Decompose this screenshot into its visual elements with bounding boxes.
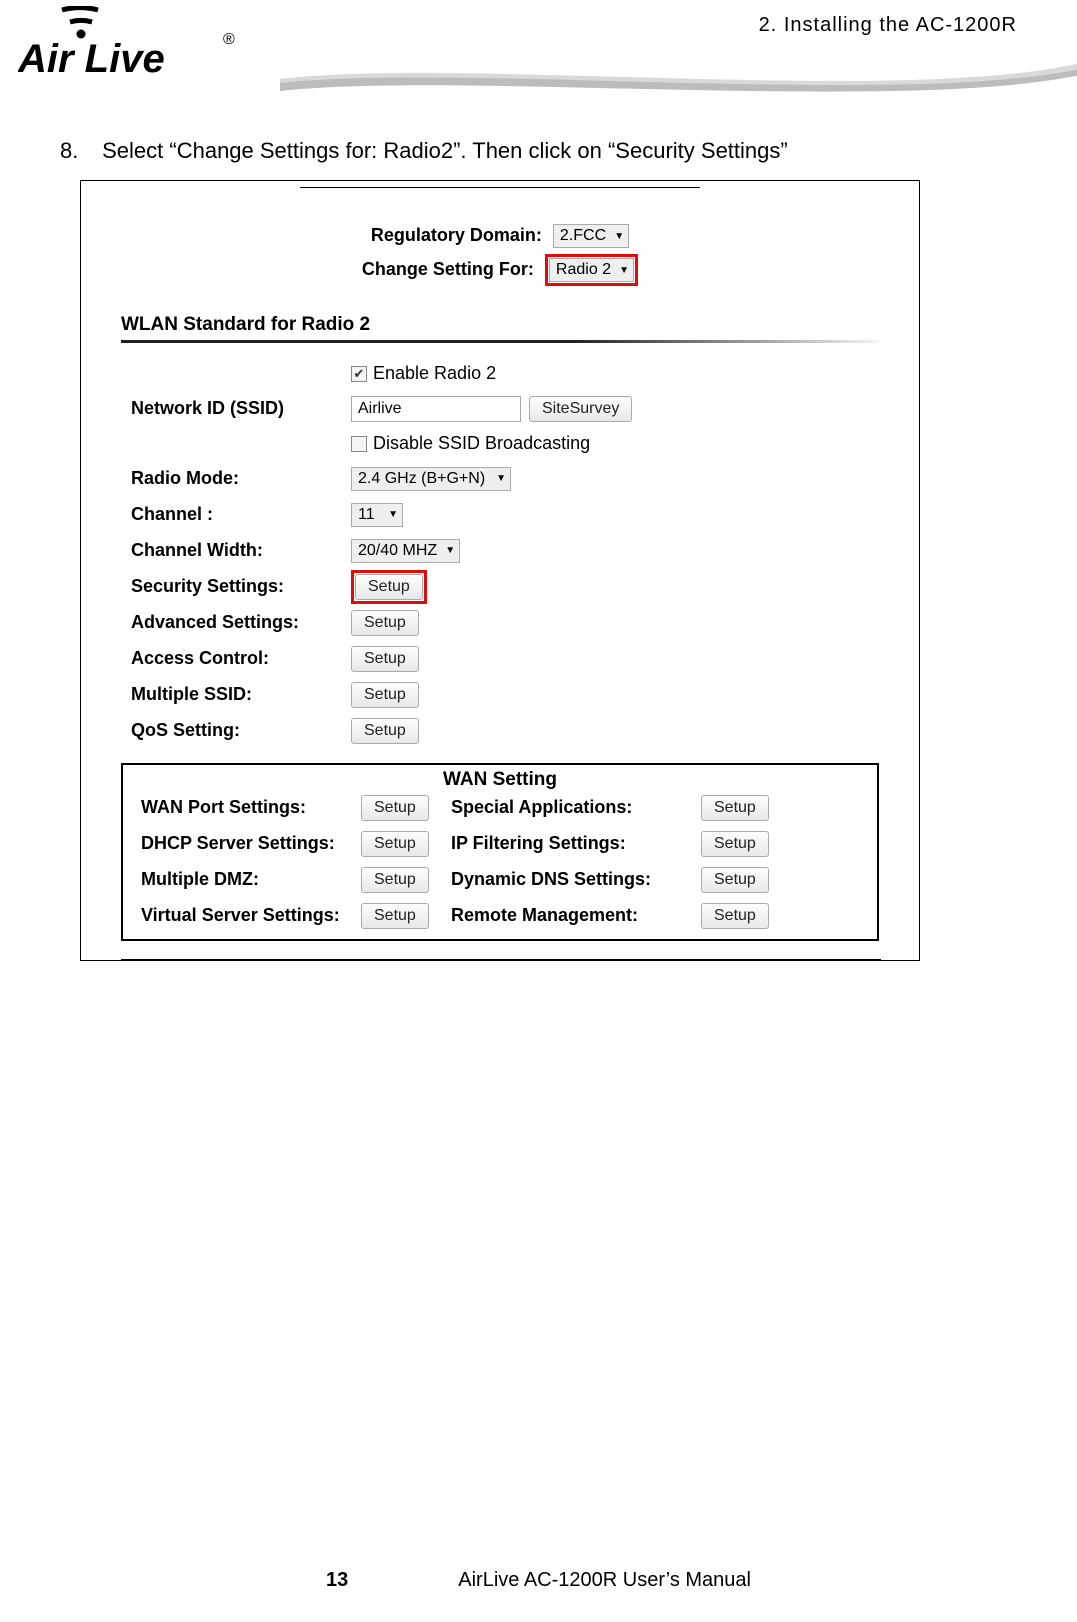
- config-screenshot: Regulatory Domain: 2.FCC Change Setting …: [80, 180, 920, 961]
- channel-label: Channel :: [131, 504, 351, 525]
- qos-setting-setup-button[interactable]: Setup: [351, 718, 419, 744]
- remote-management-label: Remote Management:: [451, 905, 701, 926]
- wlan-form: ✔ Enable Radio 2 Network ID (SSID) Airli…: [121, 357, 879, 749]
- access-control-setup-button[interactable]: Setup: [351, 646, 419, 672]
- ssid-row: Network ID (SSID) Airlive SiteSurvey: [131, 391, 879, 427]
- security-settings-label: Security Settings:: [131, 576, 351, 597]
- disable-broadcast-row: Disable SSID Broadcasting: [351, 427, 879, 461]
- security-settings-setup-button[interactable]: Setup: [355, 574, 423, 600]
- disable-broadcast-label: Disable SSID Broadcasting: [373, 433, 590, 454]
- wan-port-settings-label: WAN Port Settings:: [141, 797, 361, 818]
- multiple-ssid-setup-button[interactable]: Setup: [351, 682, 419, 708]
- channel-width-select[interactable]: 20/40 MHZ: [351, 539, 460, 563]
- section-divider: [121, 340, 879, 343]
- advanced-settings-row: Advanced Settings: Setup: [131, 605, 879, 641]
- channel-width-row: Channel Width: 20/40 MHZ: [131, 533, 879, 569]
- step-text: Select “Change Settings for: Radio2”. Th…: [102, 138, 788, 163]
- wan-port-settings-setup-button[interactable]: Setup: [361, 795, 429, 821]
- special-applications-label: Special Applications:: [451, 797, 701, 818]
- manual-title: AirLive AC-1200R User’s Manual: [458, 1569, 751, 1592]
- multiple-dmz-label: Multiple DMZ:: [141, 869, 361, 890]
- ip-filtering-settings-label: IP Filtering Settings:: [451, 833, 701, 854]
- enable-radio-row: ✔ Enable Radio 2: [351, 357, 879, 391]
- dhcp-server-settings-setup-button[interactable]: Setup: [361, 831, 429, 857]
- qos-setting-row: QoS Setting: Setup: [131, 713, 879, 749]
- dhcp-server-settings-label: DHCP Server Settings:: [141, 833, 361, 854]
- wan-setting-title: WAN Setting: [141, 769, 859, 791]
- instruction-step: 8. Select “Change Settings for: Radio2”.…: [60, 138, 1077, 164]
- dynamic-dns-settings-label: Dynamic DNS Settings:: [451, 869, 701, 890]
- radio-mode-select[interactable]: 2.4 GHz (B+G+N): [351, 467, 511, 491]
- change-setting-for-select[interactable]: Radio 2: [549, 258, 634, 282]
- radio-mode-label: Radio Mode:: [131, 468, 351, 489]
- chapter-title: 2. Installing the AC-1200R: [759, 14, 1017, 37]
- wan-setting-box: WAN Setting WAN Port Settings: Setup Spe…: [121, 763, 879, 941]
- advanced-settings-label: Advanced Settings:: [131, 612, 351, 633]
- disable-broadcast-checkbox[interactable]: [351, 436, 367, 452]
- special-applications-setup-button[interactable]: Setup: [701, 795, 769, 821]
- channel-width-label: Channel Width:: [131, 540, 351, 561]
- wlan-section-title: WLAN Standard for Radio 2: [121, 314, 879, 336]
- regulatory-domain-select[interactable]: 2.FCC: [553, 224, 629, 248]
- ssid-input[interactable]: Airlive: [351, 396, 521, 422]
- regulatory-domain-label: Regulatory Domain:: [371, 225, 542, 246]
- header-swoosh: [280, 55, 1077, 99]
- multiple-ssid-row: Multiple SSID: Setup: [131, 677, 879, 713]
- channel-select[interactable]: 11: [351, 503, 403, 527]
- radio-mode-row: Radio Mode: 2.4 GHz (B+G+N): [131, 461, 879, 497]
- security-settings-highlight: Setup: [351, 570, 427, 604]
- access-control-row: Access Control: Setup: [131, 641, 879, 677]
- security-settings-row: Security Settings: Setup: [131, 569, 879, 605]
- channel-row: Channel : 11: [131, 497, 879, 533]
- airlive-logo: Air Live ®: [18, 6, 248, 89]
- qos-setting-label: QoS Setting:: [131, 720, 351, 741]
- svg-text:Air Live: Air Live: [18, 37, 165, 81]
- remote-management-setup-button[interactable]: Setup: [701, 903, 769, 929]
- virtual-server-settings-setup-button[interactable]: Setup: [361, 903, 429, 929]
- page-footer: 13 AirLive AC-1200R User’s Manual: [0, 1569, 1077, 1592]
- step-number: 8.: [60, 138, 96, 164]
- change-setting-for-row: Change Setting For: Radio 2: [121, 254, 879, 286]
- dynamic-dns-settings-setup-button[interactable]: Setup: [701, 867, 769, 893]
- svg-text:®: ®: [223, 31, 235, 48]
- ip-filtering-settings-setup-button[interactable]: Setup: [701, 831, 769, 857]
- multiple-ssid-label: Multiple SSID:: [131, 684, 351, 705]
- top-divider: [300, 187, 700, 188]
- virtual-server-settings-label: Virtual Server Settings:: [141, 905, 361, 926]
- multiple-dmz-setup-button[interactable]: Setup: [361, 867, 429, 893]
- enable-radio-checkbox[interactable]: ✔: [351, 366, 367, 382]
- enable-radio-label: Enable Radio 2: [373, 363, 496, 384]
- page-header: Air Live ® 2. Installing the AC-1200R: [0, 0, 1077, 100]
- ssid-label: Network ID (SSID): [131, 398, 351, 419]
- access-control-label: Access Control:: [131, 648, 351, 669]
- advanced-settings-setup-button[interactable]: Setup: [351, 610, 419, 636]
- change-setting-for-highlight: Radio 2: [545, 254, 638, 286]
- change-setting-for-label: Change Setting For:: [362, 259, 534, 280]
- page-number: 13: [326, 1569, 348, 1592]
- bottom-divider: [121, 959, 881, 960]
- regulatory-domain-row: Regulatory Domain: 2.FCC: [121, 224, 879, 248]
- site-survey-button[interactable]: SiteSurvey: [529, 396, 632, 422]
